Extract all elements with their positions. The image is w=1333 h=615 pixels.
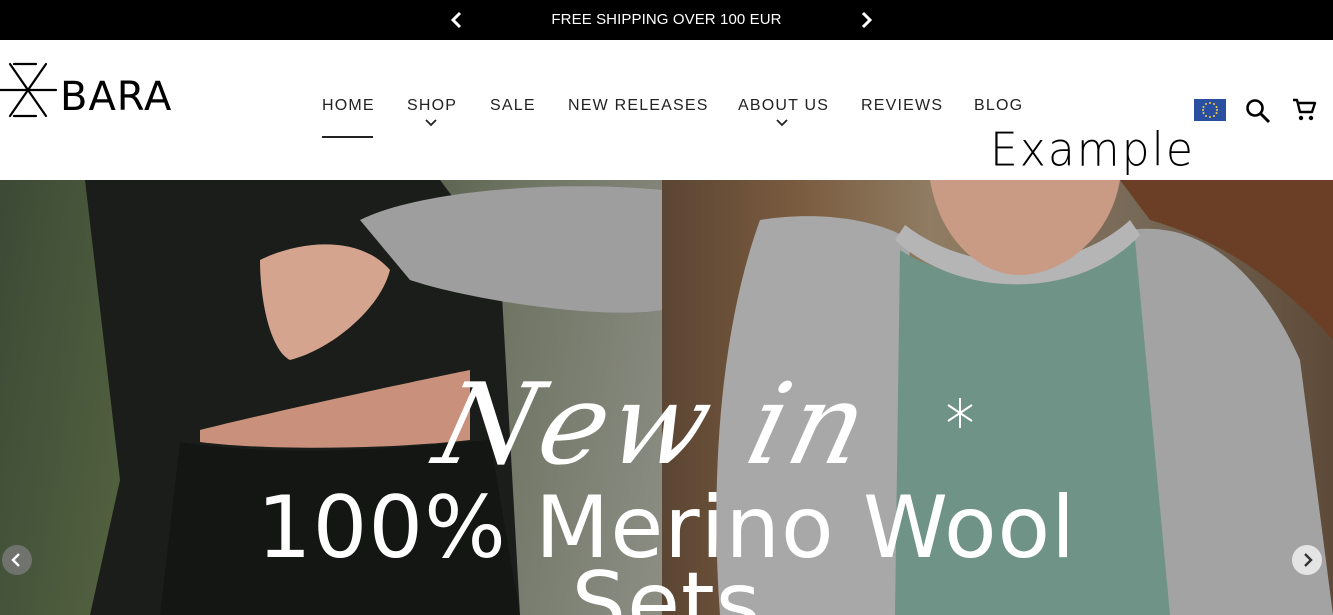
announcement-next-button[interactable]	[858, 11, 874, 29]
search-button[interactable]	[1245, 98, 1271, 124]
chevron-down-icon	[776, 119, 788, 127]
chevron-right-icon	[861, 11, 873, 29]
search-icon	[1246, 99, 1271, 124]
region-selector[interactable]	[1194, 99, 1226, 121]
chevron-right-icon	[1304, 553, 1313, 567]
site-header: BARA HOME SHOP SALE NEW RELEASES ABOUT U…	[0, 40, 1333, 180]
chevron-down-icon	[425, 119, 437, 127]
nav-blog[interactable]: BLOG	[974, 97, 1023, 115]
chevron-left-icon	[11, 553, 20, 567]
nav-new-releases[interactable]: NEW RELEASES	[568, 97, 709, 115]
active-nav-indicator	[322, 136, 373, 138]
nav-reviews[interactable]: REVIEWS	[861, 97, 943, 115]
hero-prev-button[interactable]	[2, 545, 32, 575]
announcement-text: FREE SHIPPING OVER 100 EUR	[551, 11, 782, 28]
hero-script-text: New in	[423, 360, 884, 490]
bara-logo-icon: BARA	[0, 62, 172, 120]
nav-shop[interactable]: SHOP	[407, 97, 457, 115]
brand-logo[interactable]: BARA	[0, 58, 180, 122]
hero-banner[interactable]: New in 100% Merino Wool Sets	[0, 180, 1333, 615]
hero-title: 100% Merino Wool Sets	[0, 485, 1333, 615]
nav-home[interactable]: HOME	[322, 97, 375, 115]
hero-next-button[interactable]	[1292, 545, 1322, 575]
hero-title-line2: Sets	[571, 554, 762, 615]
handwritten-annotation: Example	[990, 123, 1195, 178]
logo-text: BARA	[60, 74, 172, 120]
nav-sale[interactable]: SALE	[490, 97, 536, 115]
eu-flag-icon	[1194, 99, 1226, 121]
cart-icon	[1293, 98, 1317, 121]
cart-button[interactable]	[1291, 97, 1317, 123]
announcement-bar: FREE SHIPPING OVER 100 EUR	[0, 0, 1333, 40]
nav-about-us[interactable]: ABOUT US	[738, 97, 829, 115]
